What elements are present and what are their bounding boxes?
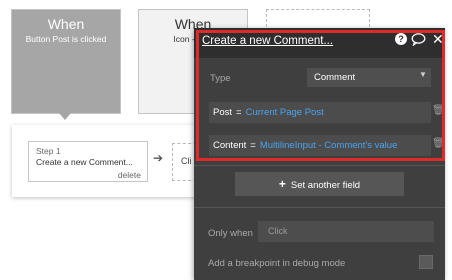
breakpoint-checkbox[interactable] [419, 255, 433, 269]
highlight-frame [196, 30, 445, 161]
divider [194, 207, 445, 208]
step-number: Step 1 [36, 146, 61, 156]
set-another-field-label: Set another field [290, 180, 361, 191]
plus-icon: + [278, 177, 286, 191]
only-when-placeholder: Click [268, 226, 288, 236]
event-title: When [47, 16, 85, 32]
selected-event-pointer [59, 113, 71, 120]
arrow-right-icon: ➔ [153, 151, 164, 165]
event-card-button-post[interactable]: When Button Post is clicked [11, 9, 121, 114]
divider [194, 165, 445, 166]
only-when-input[interactable]: Click [258, 221, 434, 242]
breakpoint-label: Add a breakpoint in debug mode [208, 258, 346, 269]
set-another-field-button[interactable]: + Set another field [235, 172, 404, 196]
event-subtitle: Button Post is clicked [25, 34, 107, 44]
add-step-label: Cli [181, 156, 192, 166]
delete-step-link[interactable]: delete [118, 170, 141, 180]
only-when-label: Only when [208, 228, 253, 239]
step-card[interactable]: Step 1 Create a new Comment... delete [28, 141, 148, 182]
step-name: Create a new Comment... [36, 157, 133, 167]
